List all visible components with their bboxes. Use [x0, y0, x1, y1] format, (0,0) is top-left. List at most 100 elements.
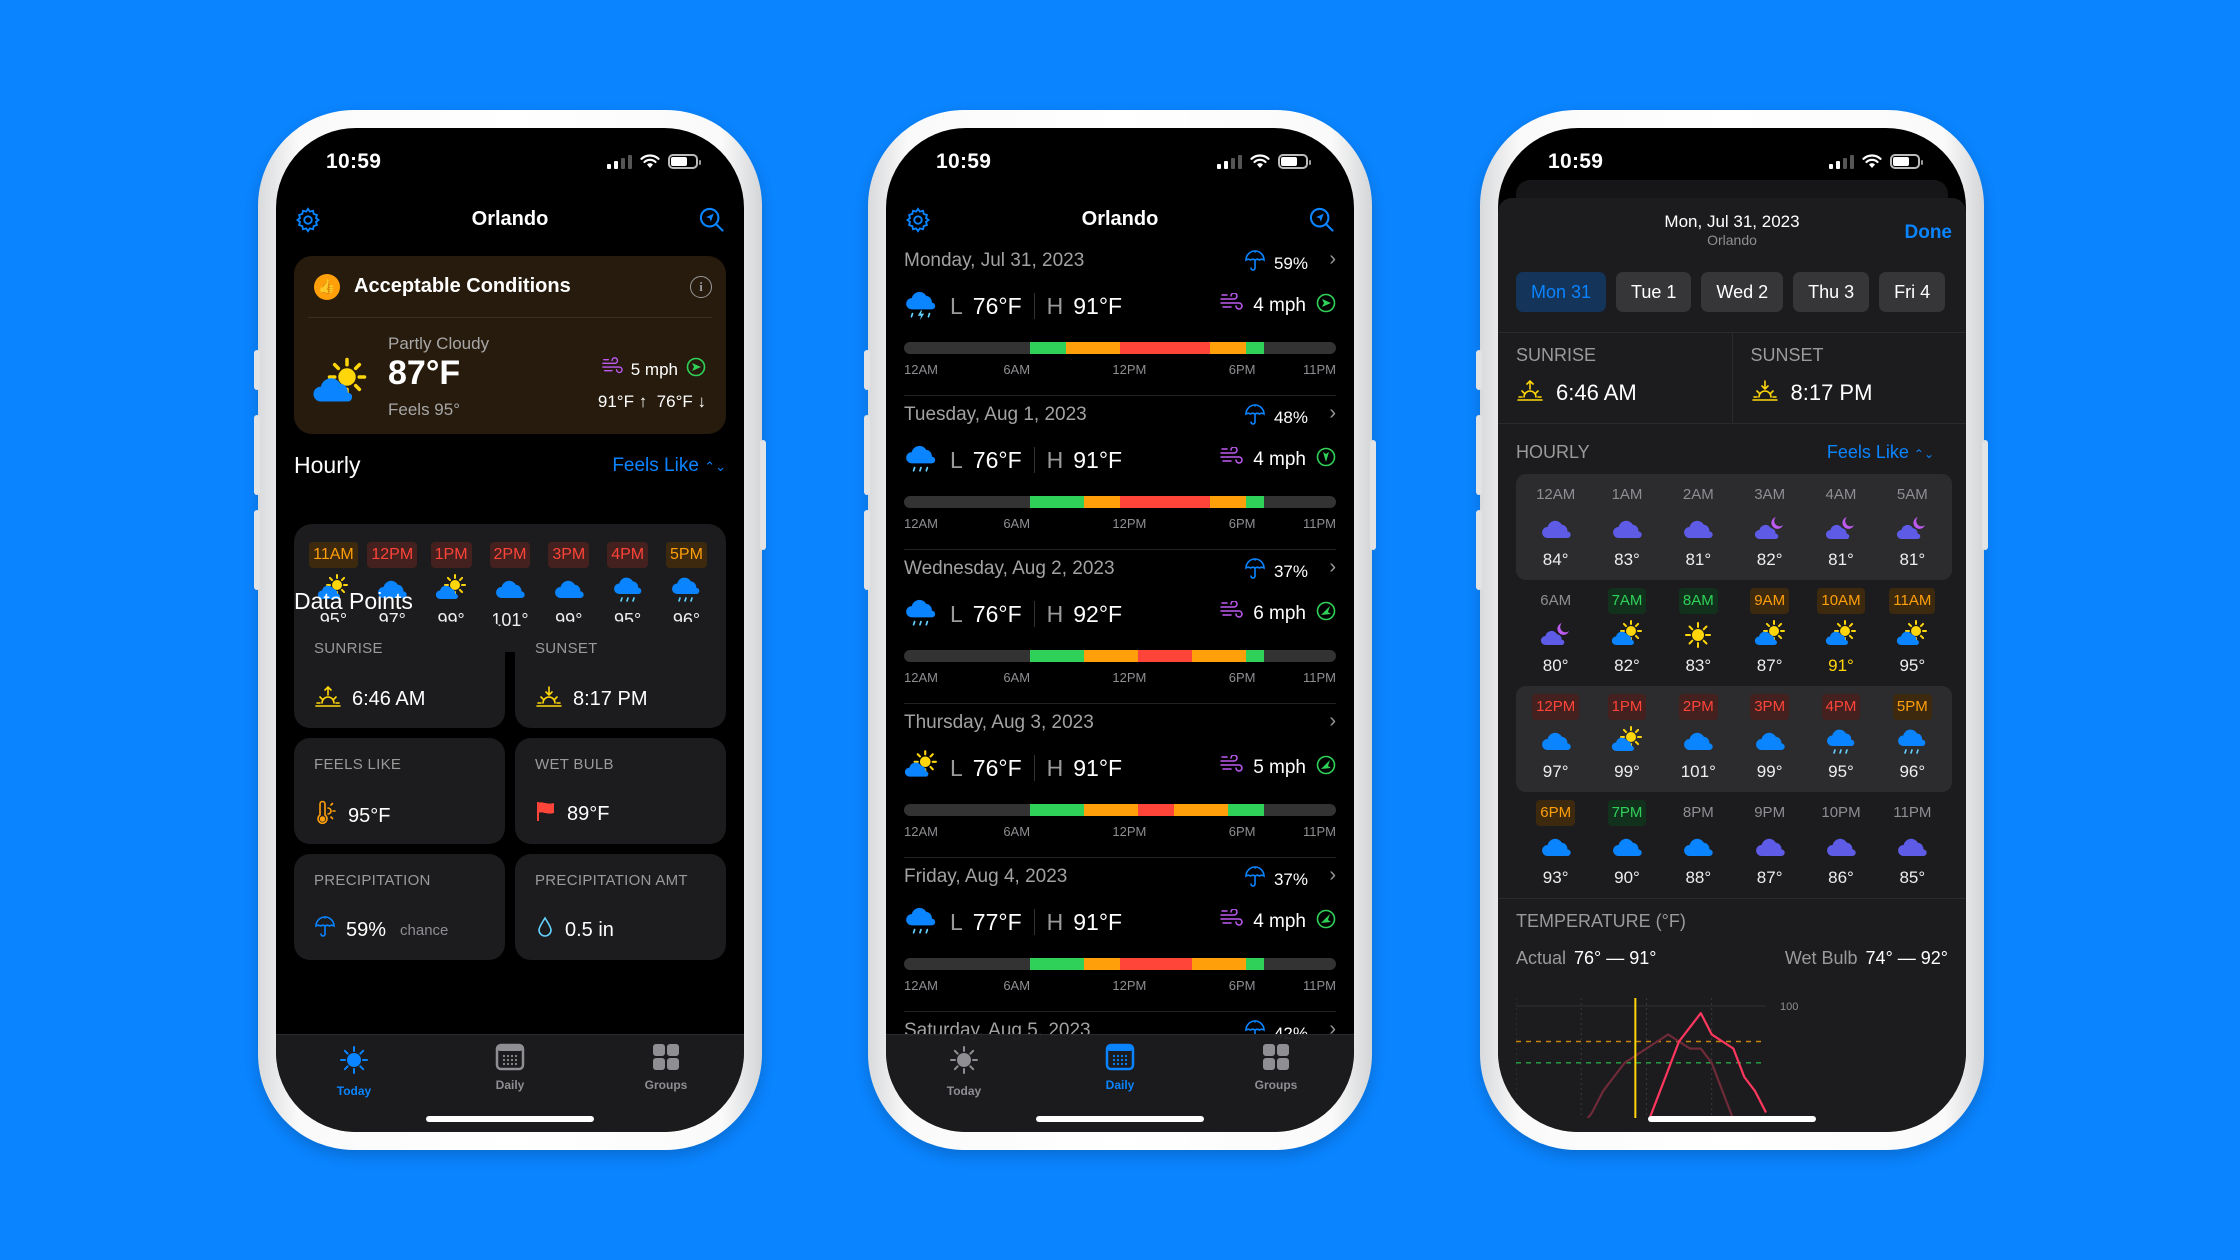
- partly-cloudy-icon: [1611, 724, 1643, 758]
- done-button[interactable]: Done: [1905, 222, 1953, 244]
- hour-item[interactable]: 1AM 83°: [1596, 482, 1658, 580]
- timeline-tick: 12PM: [1112, 362, 1147, 377]
- timeline-tick: 6PM: [1228, 516, 1256, 531]
- temperature-chart[interactable]: 100: [1516, 998, 1816, 1118]
- hour-item[interactable]: 7PM 90°: [1596, 800, 1658, 898]
- data-point-label: FEELS LIKE: [314, 756, 402, 773]
- hour-item[interactable]: 10PM 86°: [1810, 800, 1872, 898]
- current-temperature: 87°F: [388, 354, 461, 392]
- day-chip[interactable]: Thu 3: [1793, 272, 1870, 312]
- hour-item[interactable]: 3PM 99°: [1739, 694, 1801, 792]
- hour-item[interactable]: 11PM 85°: [1881, 800, 1943, 898]
- cellular-signal-icon: [1217, 154, 1242, 169]
- hour-item[interactable]: 7AM 82°: [1596, 588, 1658, 686]
- timeline-tick: 11PM: [1303, 824, 1336, 839]
- low-label: L: [950, 292, 963, 319]
- hour-item[interactable]: 2PM 101°: [1667, 694, 1729, 792]
- hour-label: 8AM: [1678, 588, 1718, 614]
- actual-range: 76° — 91°: [1574, 948, 1657, 968]
- timeline-segment-orange: [1191, 958, 1246, 970]
- hour-item[interactable]: 11AM 95°: [1881, 588, 1943, 686]
- hour-temp: 84°: [1542, 550, 1569, 569]
- hour-label: 4PM: [607, 542, 649, 568]
- data-point-label: PRECIPITATION AMT: [535, 872, 688, 889]
- hour-item[interactable]: 12PM 97°: [1525, 694, 1587, 792]
- hour-label: 2PM: [1678, 694, 1718, 720]
- day-row[interactable]: Wednesday, Aug 2, 2023 37% › L 76°F H 92°F 6…: [904, 550, 1336, 704]
- data-point-feels-like[interactable]: FEELS LIKE 95°F: [294, 738, 505, 844]
- hour-label: 12AM: [1536, 486, 1576, 503]
- hour-temp: 97°: [1542, 762, 1569, 781]
- hour-item[interactable]: 3AM 82°: [1739, 482, 1801, 580]
- hour-item[interactable]: 5PM 96°: [1881, 694, 1943, 792]
- tab-groups[interactable]: Groups: [1221, 1043, 1331, 1132]
- wind-direction-icon: [1316, 601, 1336, 627]
- timeline-segment-orange: [1210, 342, 1246, 354]
- high-label: H: [1046, 600, 1064, 627]
- location-search-icon[interactable]: [1308, 206, 1336, 234]
- feels-like-toggle[interactable]: Feels Like ⌃⌄: [612, 455, 726, 477]
- tab-today[interactable]: Today: [299, 1043, 409, 1132]
- night-cloud-icon: [1540, 512, 1572, 546]
- tab-today[interactable]: Today: [909, 1043, 1019, 1132]
- actual-label: Actual: [1516, 948, 1567, 968]
- location-search-icon[interactable]: [698, 206, 726, 234]
- hour-item[interactable]: 10AM 91°: [1810, 588, 1872, 686]
- data-point-precipitation-amt[interactable]: PRECIPITATION AMT 0.5 in: [515, 854, 726, 960]
- day-chip[interactable]: Mon 31: [1516, 272, 1607, 312]
- data-point-wet-bulb[interactable]: WET BULB 89°F: [515, 738, 726, 844]
- hour-label: 5AM: [1896, 486, 1928, 503]
- wind-direction-icon: [1316, 755, 1336, 781]
- hour-label: 12PM: [367, 542, 418, 568]
- conditions-timeline: [904, 804, 1336, 816]
- day-chip[interactable]: Tue 1: [1616, 272, 1692, 312]
- data-point-label: PRECIPITATION: [314, 872, 431, 889]
- home-indicator[interactable]: [1648, 1116, 1816, 1122]
- tab-label: Daily: [495, 1078, 525, 1092]
- hour-item[interactable]: 8PM 88°: [1667, 800, 1729, 898]
- home-indicator[interactable]: [1036, 1116, 1204, 1122]
- home-indicator[interactable]: [426, 1116, 594, 1122]
- day-row[interactable]: Tuesday, Aug 1, 2023 48% › L 76°F H 91°F 4 m…: [904, 396, 1336, 550]
- high-temp: 91°F ↑: [597, 392, 648, 411]
- rain-icon: [1825, 724, 1857, 758]
- day-row[interactable]: Thursday, Aug 3, 2023 › L 76°F H 91°F 5 mph…: [904, 704, 1336, 858]
- hour-item[interactable]: 4PM 95°: [1810, 694, 1872, 792]
- day-chip[interactable]: Wed 2: [1701, 272, 1784, 312]
- chart-series-feels-like: [1648, 1012, 1767, 1118]
- calendar-icon: [1105, 1043, 1135, 1074]
- hour-temp: 85°: [1899, 868, 1926, 887]
- conditions-card[interactable]: 👍 Acceptable Conditions i Partly Cloudy …: [294, 256, 726, 434]
- data-point-sunset[interactable]: SUNSET 8:17 PM: [515, 622, 726, 728]
- tab-groups[interactable]: Groups: [611, 1043, 721, 1132]
- hour-temp: 95°: [1899, 656, 1926, 675]
- hour-item[interactable]: 8AM 83°: [1667, 588, 1729, 686]
- night-cloud-icon: [1682, 512, 1714, 546]
- day-row[interactable]: Monday, Jul 31, 2023 59% › L 76°F H 91°F 4 m…: [904, 242, 1336, 396]
- feels-like-toggle[interactable]: Feels Like ⌃⌄: [1827, 442, 1934, 463]
- data-point-precipitation[interactable]: PRECIPITATION 59% chance: [294, 854, 505, 960]
- phone-day-detail: 10:59 Mon, Jul 31, 2023 Orlando Done Mon…: [1476, 110, 1988, 1150]
- hour-item[interactable]: 5AM 81°: [1881, 482, 1943, 580]
- day-row[interactable]: Friday, Aug 4, 2023 37% › L 77°F H 91°F 4 mp…: [904, 858, 1336, 1012]
- cellular-signal-icon: [607, 154, 632, 169]
- wind-icon: [1219, 600, 1243, 627]
- day-chip[interactable]: Fri 4: [1879, 272, 1946, 312]
- hour-temp: 81°: [1899, 550, 1926, 569]
- hour-item[interactable]: 9PM 87°: [1739, 800, 1801, 898]
- wind-direction-icon: [1316, 293, 1336, 319]
- hour-item[interactable]: 1PM 99°: [1596, 694, 1658, 792]
- timeline-segment-green: [1246, 342, 1264, 354]
- hour-item[interactable]: 12AM 84°: [1525, 482, 1587, 580]
- high-label: H: [1046, 754, 1064, 781]
- hour-item[interactable]: 4AM 81°: [1810, 482, 1872, 580]
- info-icon[interactable]: i: [690, 275, 712, 298]
- hour-item[interactable]: 9AM 87°: [1739, 588, 1801, 686]
- sun-icon: [1682, 618, 1714, 652]
- cloud-icon: [1682, 830, 1714, 864]
- data-point-label: WET BULB: [535, 756, 614, 773]
- hour-item[interactable]: 6AM 80°: [1525, 588, 1587, 686]
- hour-item[interactable]: 2AM 81°: [1667, 482, 1729, 580]
- hour-item[interactable]: 6PM 93°: [1525, 800, 1587, 898]
- data-point-sunrise[interactable]: SUNRISE 6:46 AM: [294, 622, 505, 728]
